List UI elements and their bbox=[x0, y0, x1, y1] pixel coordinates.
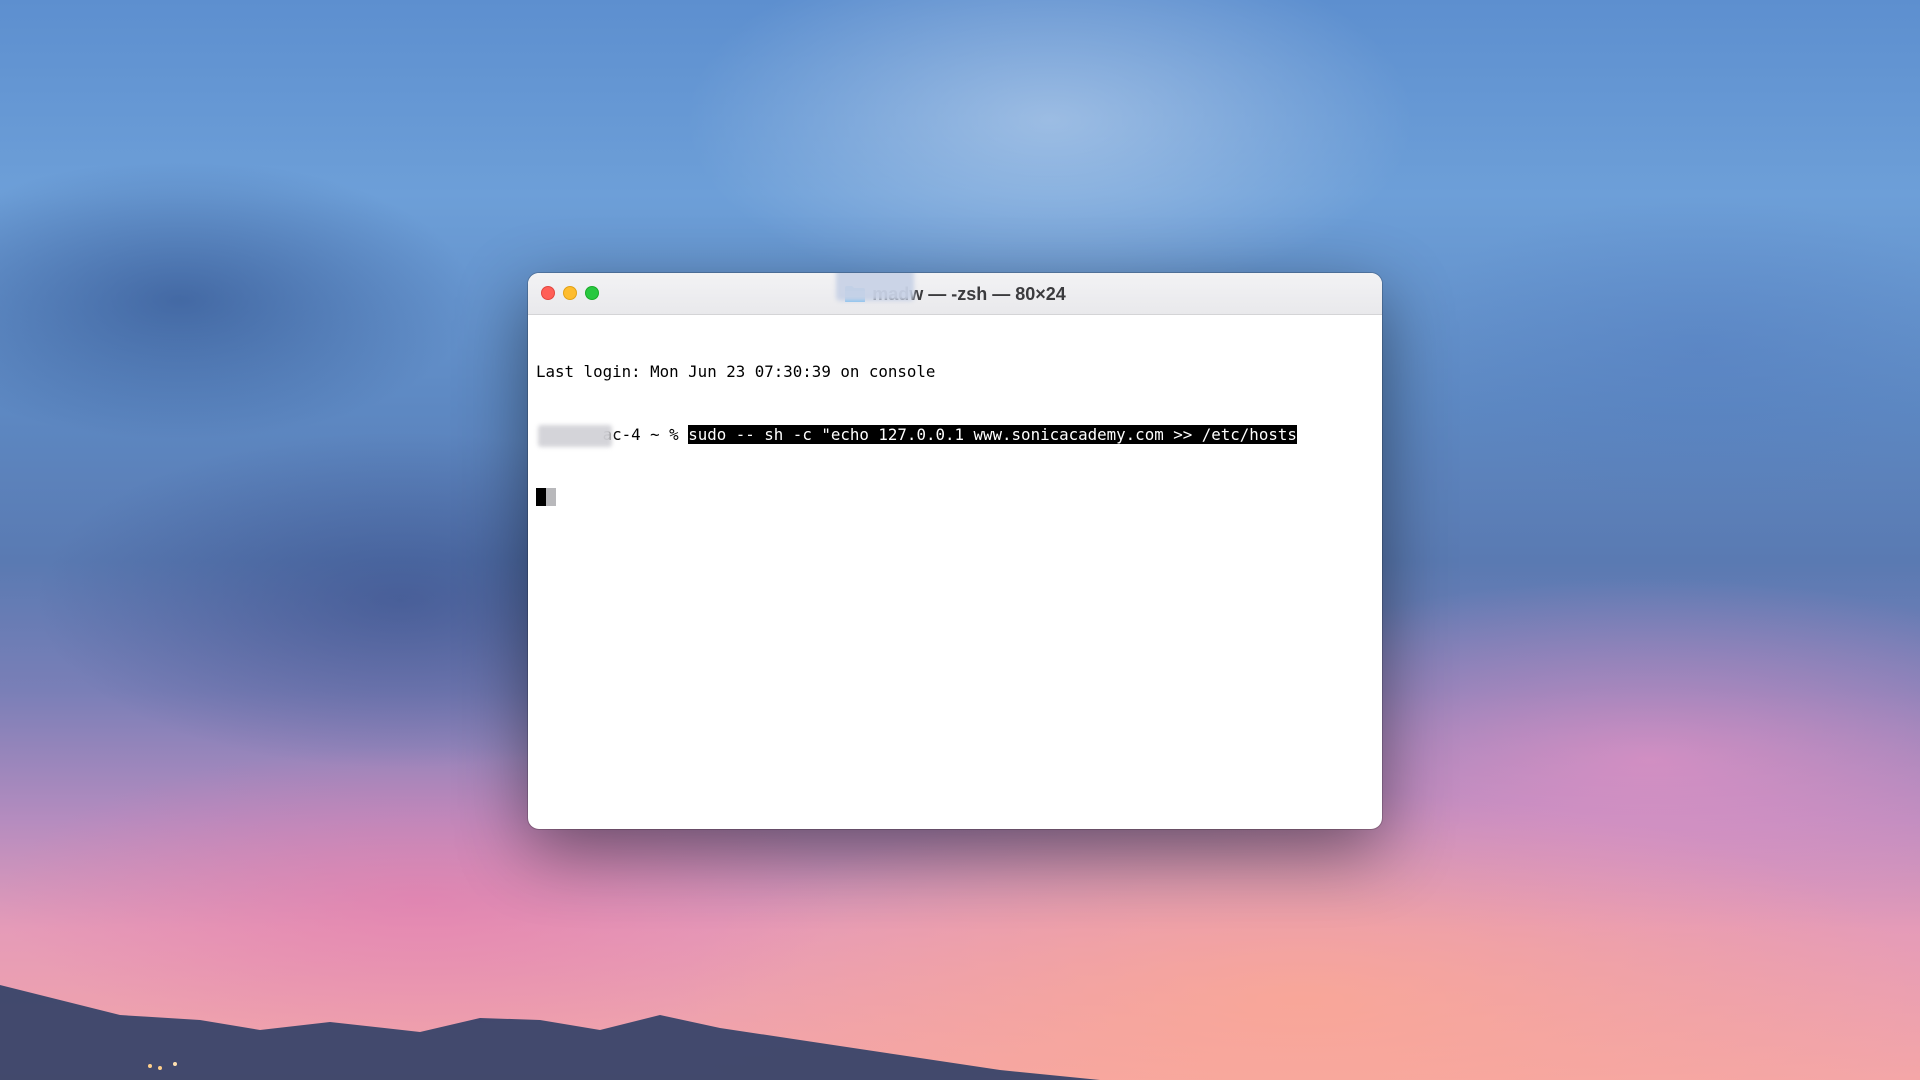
terminal-content[interactable]: Last login: Mon Jun 23 07:30:39 on conso… bbox=[528, 315, 1382, 554]
prompt-text: ac-4 ~ % bbox=[602, 425, 689, 444]
text-cursor bbox=[536, 488, 556, 506]
last-login-line: Last login: Mon Jun 23 07:30:39 on conso… bbox=[536, 362, 936, 381]
window-title: madw — -zsh — 80×24 bbox=[528, 273, 1382, 315]
terminal-window[interactable]: madw — -zsh — 80×24 Last login: Mon Jun … bbox=[528, 273, 1382, 829]
mountain-silhouette bbox=[0, 985, 1100, 1080]
redacted-username bbox=[836, 273, 914, 301]
cursor-line bbox=[536, 487, 1374, 508]
title-bar[interactable]: madw — -zsh — 80×24 bbox=[528, 273, 1382, 315]
prompt-line: n ac-4 ~ % sudo -- sh -c "echo 127.0.0.1… bbox=[536, 424, 1374, 447]
selected-command[interactable]: sudo -- sh -c "echo 127.0.0.1 www.sonica… bbox=[688, 425, 1297, 444]
redacted-hostname bbox=[538, 425, 612, 447]
